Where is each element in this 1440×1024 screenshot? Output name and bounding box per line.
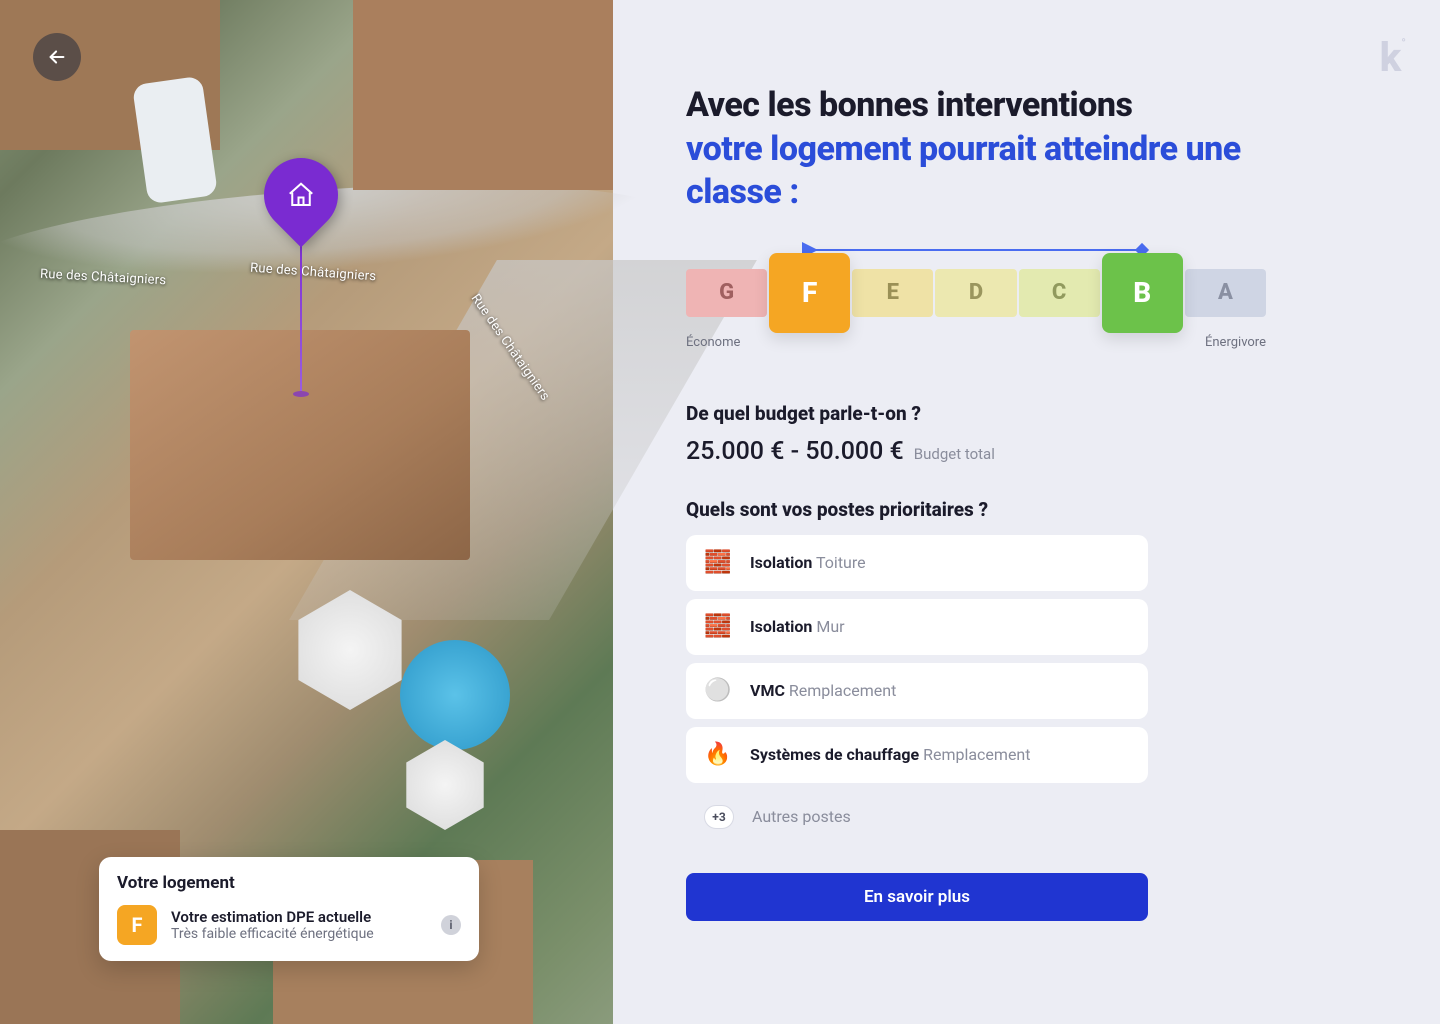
pin-dot: [293, 391, 309, 397]
dpe-estimate-desc: Très faible efficacité énergétique: [171, 926, 427, 942]
umbrella-decor: [400, 740, 490, 830]
dpe-cell-G: G: [686, 269, 767, 317]
priority-item[interactable]: 🧱 Isolation Toiture: [686, 535, 1148, 591]
priority-icon: ⚪: [704, 677, 732, 705]
priority-bold: Systèmes de chauffage: [750, 745, 919, 764]
back-button[interactable]: [33, 33, 81, 81]
house-icon: [286, 180, 316, 210]
priority-bold: Isolation: [750, 617, 812, 636]
page-headline: Avec les bonnes interventions votre loge…: [686, 84, 1266, 215]
headline-dark: Avec les bonnes interventions: [686, 85, 1132, 125]
dpe-legend-right: Énergivore: [1205, 335, 1266, 350]
priority-icon: 🧱: [704, 549, 732, 577]
right-panel: k° Avec les bonnes interventions votre l…: [613, 0, 1440, 1024]
info-icon[interactable]: i: [441, 915, 461, 935]
priority-item[interactable]: ⚪ VMC Remplacement: [686, 663, 1148, 719]
dpe-cell-E: E: [852, 269, 933, 317]
dpe-scale-cells: GFEDCBA: [686, 269, 1266, 317]
arrow-left-icon: [46, 46, 68, 68]
dpe-estimate-title: Votre estimation DPE actuelle: [171, 908, 427, 926]
budget-value: 25.000 € - 50.000 €: [686, 437, 904, 466]
priority-light: Toiture: [816, 553, 866, 572]
priority-icon: 🔥: [704, 741, 732, 769]
pool-decor: [400, 640, 510, 750]
priority-item[interactable]: 🧱 Isolation Mur: [686, 599, 1148, 655]
budget-heading: De quel budget parle-t-on ?: [686, 402, 1266, 425]
info-card: Votre logement F Votre estimation DPE ac…: [99, 857, 479, 961]
headline-blue: votre logement pourrait atteindre une cl…: [686, 129, 1241, 213]
priority-item[interactable]: 🔥 Systèmes de chauffage Remplacement: [686, 727, 1148, 783]
priority-light: Remplacement: [923, 745, 1030, 764]
priority-more[interactable]: +3 Autres postes: [686, 791, 1148, 843]
learn-more-button[interactable]: En savoir plus: [686, 873, 1148, 921]
priorities-list: 🧱 Isolation Toiture 🧱 Isolation Mur ⚪ VMC Rem…: [686, 535, 1148, 843]
dpe-cell-B: B: [1102, 253, 1183, 333]
dpe-scale: GFEDCBA Économe Énergivore: [686, 239, 1266, 350]
dpe-cell-F: F: [769, 253, 850, 333]
priority-bold: VMC: [750, 681, 785, 700]
pin-stem: [300, 226, 302, 391]
map-panel: Rue des Châtaigniers Rue des Châtaignier…: [0, 0, 613, 1024]
more-badge: +3: [704, 805, 734, 829]
dpe-chip-current: F: [117, 905, 157, 945]
map-pin: [264, 158, 338, 397]
info-card-title: Votre logement: [117, 873, 461, 893]
priority-light: Mur: [816, 617, 844, 636]
pin-head: [249, 143, 354, 248]
priority-bold: Isolation: [750, 553, 812, 572]
budget-label: Budget total: [914, 445, 995, 463]
dpe-legend-left: Économe: [686, 335, 740, 350]
dpe-cell-A: A: [1185, 269, 1266, 317]
priority-icon: 🧱: [704, 613, 732, 641]
priority-more-label: Autres postes: [752, 807, 851, 826]
priority-light: Remplacement: [789, 681, 896, 700]
priorities-heading: Quels sont vos postes prioritaires ?: [686, 498, 1266, 521]
dpe-cell-C: C: [1019, 269, 1100, 317]
roof-decor: [353, 0, 613, 190]
brand-logo: k°: [1380, 34, 1404, 81]
dpe-cell-D: D: [935, 269, 1016, 317]
